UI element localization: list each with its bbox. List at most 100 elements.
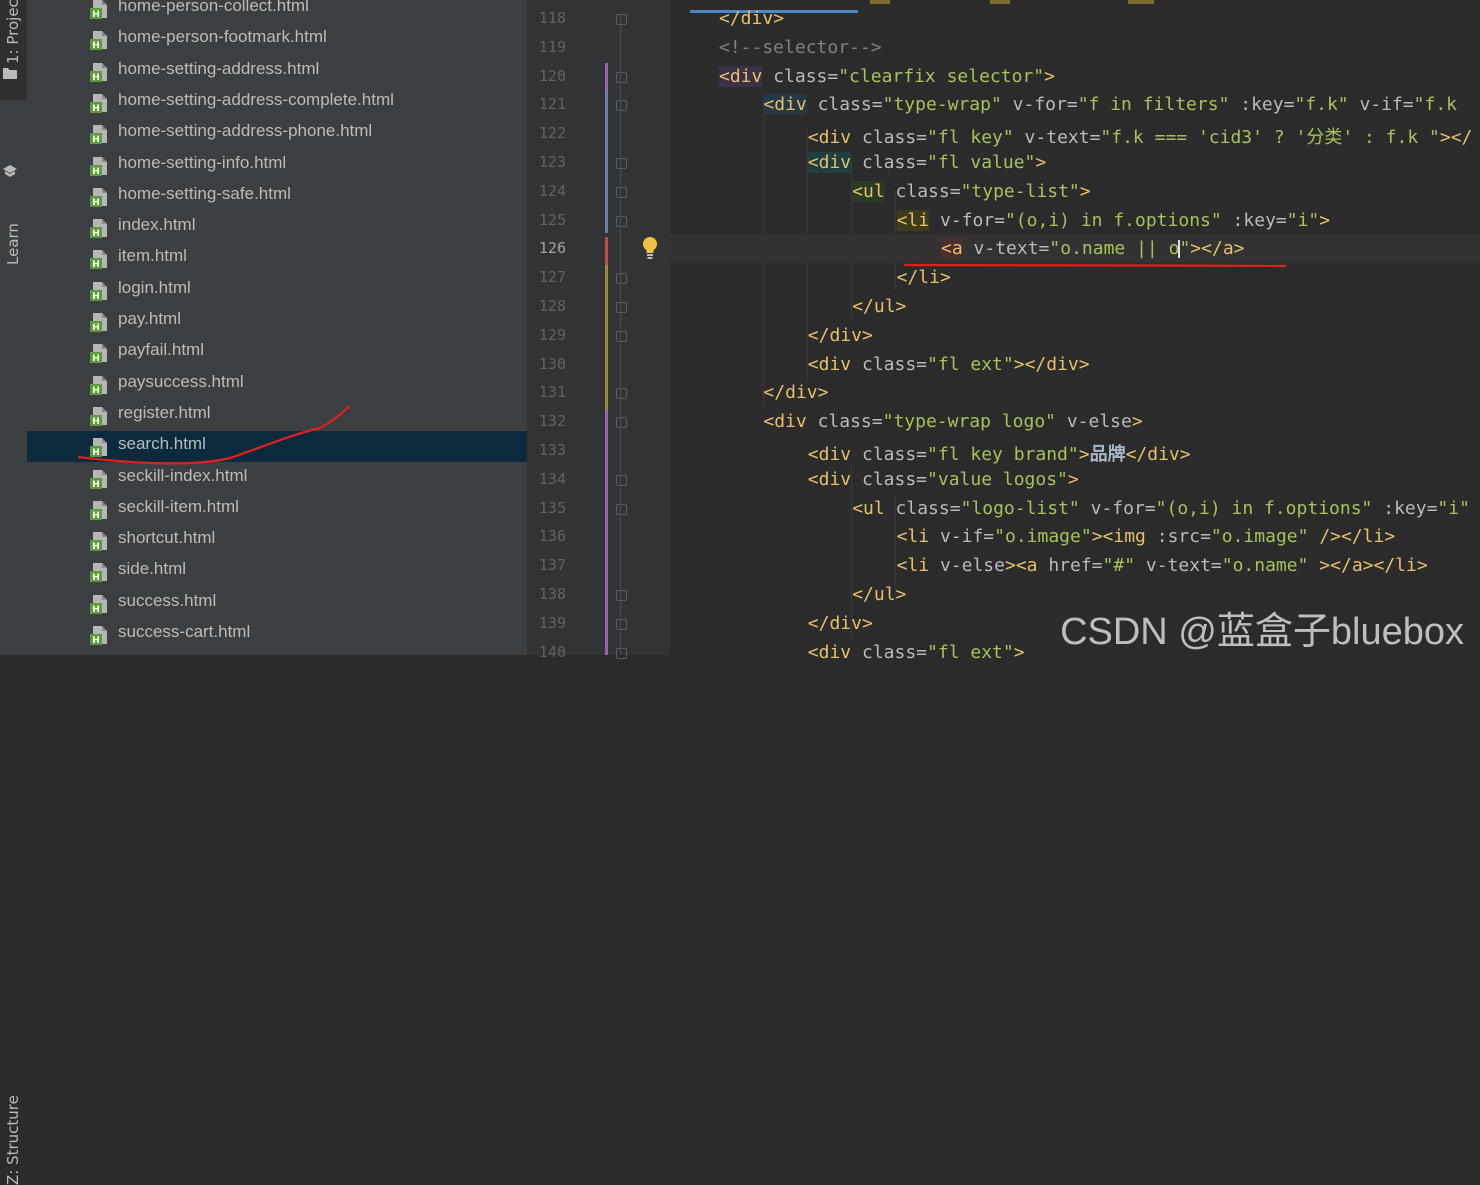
file-item[interactable]: Hindex.html: [27, 212, 527, 243]
change-marker: [605, 92, 608, 232]
line-number: 126: [538, 239, 566, 258]
file-item[interactable]: Hseckill-index.html: [27, 463, 527, 494]
svg-text:H: H: [92, 292, 100, 301]
code-text: <div class="clearfix selector">: [719, 65, 1055, 87]
code-text: <div class="type-wrap logo" v-else>: [763, 411, 1143, 433]
code-editor[interactable]: </div> <!--selector--> <div class="clearfi…: [670, 0, 1480, 663]
html-file-icon: H: [90, 312, 110, 333]
file-name: shortcut.html: [118, 528, 216, 548]
code-line[interactable]: <div class="fl value">: [670, 148, 1480, 177]
code-line[interactable]: <div class="type-wrap logo" v-else>: [670, 407, 1480, 436]
code-text: </ul>: [852, 296, 907, 317]
file-item[interactable]: Hhome-setting-address.html: [27, 56, 527, 87]
code-text: <!--selector-->: [719, 36, 882, 58]
file-name: item.html: [118, 246, 187, 266]
svg-text:H: H: [92, 167, 100, 176]
file-item[interactable]: Hhome-setting-info.html: [27, 150, 527, 181]
fold-marker[interactable]: [616, 647, 627, 659]
code-line[interactable]: </li>: [670, 263, 1480, 292]
code-line[interactable]: <!--selector-->: [670, 33, 1480, 62]
code-line[interactable]: <div class="clearfix selector">: [670, 62, 1480, 91]
html-file-icon: H: [90, 156, 110, 177]
tool-tab-learn-label: Learn: [4, 223, 22, 265]
svg-text:H: H: [92, 386, 100, 395]
line-number: 134: [538, 469, 566, 488]
file-item[interactable]: Hregister.html: [27, 400, 527, 431]
tool-tab-project[interactable]: 1: Project: [0, 0, 27, 100]
code-line[interactable]: <div class="type-wrap" v-for="f in filte…: [670, 90, 1480, 119]
line-number: 136: [538, 527, 566, 546]
file-item[interactable]: Hhome-setting-address-complete.html: [27, 87, 527, 118]
file-name: seckill-item.html: [118, 496, 239, 516]
code-line[interactable]: <div class="fl ext"></div>: [670, 350, 1480, 379]
code-text: <div class="type-wrap" v-for="f in filte…: [763, 94, 1458, 116]
code-line[interactable]: <div class="value logos">: [670, 465, 1480, 494]
file-item[interactable]: Hsuccess.html: [27, 588, 527, 619]
file-item[interactable]: Hseckill-item.html: [27, 494, 527, 525]
fold-marker[interactable]: [616, 71, 627, 83]
file-item[interactable]: Hhome-setting-safe.html: [27, 181, 527, 212]
file-item[interactable]: Hitem.html: [27, 243, 527, 274]
fold-marker[interactable]: [616, 330, 627, 342]
line-number: 138: [538, 585, 566, 603]
file-name: home-setting-safe.html: [118, 183, 291, 203]
file-item[interactable]: Hpaysuccess.html: [27, 369, 527, 400]
svg-text:H: H: [92, 135, 100, 144]
svg-text:H: H: [92, 480, 100, 489]
code-line[interactable]: <li v-if="o.image"><img :src="o.image" /…: [670, 522, 1480, 551]
file-item[interactable]: Hside.html: [27, 556, 527, 587]
tool-tab-learn[interactable]: Learn: [0, 105, 27, 265]
file-item-selected[interactable]: Hsearch.html: [27, 431, 527, 463]
html-file-icon: H: [90, 469, 110, 490]
file-item[interactable]: Hhome-person-footmark.html: [27, 24, 527, 55]
fold-marker[interactable]: [616, 273, 627, 285]
code-line[interactable]: <div class="fl key brand">品牌</div>: [670, 436, 1480, 465]
file-item[interactable]: Hshortcut.html: [27, 525, 527, 556]
code-line[interactable]: </div>: [670, 378, 1480, 407]
svg-text:H: H: [92, 354, 100, 363]
file-item[interactable]: Hpayfail.html: [27, 337, 527, 368]
code-line[interactable]: </ul>: [670, 292, 1480, 321]
file-item[interactable]: Hlogin.html: [27, 275, 527, 306]
code-text: <div class="fl value">: [807, 152, 1047, 173]
code-line[interactable]: <li v-else><a href="#" v-text="o.name" >…: [670, 551, 1480, 580]
fold-marker[interactable]: [616, 474, 627, 486]
fold-marker[interactable]: [616, 158, 627, 169]
fold-marker[interactable]: [616, 417, 627, 429]
file-item[interactable]: Hhome-person-collect.html: [27, 0, 527, 24]
code-text: </ul>: [852, 584, 907, 605]
tool-tab-structure-label: Z: Structure: [4, 1095, 22, 1185]
code-line[interactable]: <li v-for="(o,i) in f.options" :key="i">: [670, 206, 1480, 235]
fold-marker[interactable]: [616, 100, 627, 112]
fold-marker[interactable]: [616, 388, 627, 400]
code-line[interactable]: </div>: [670, 4, 1480, 33]
tool-tab-structure[interactable]: Z: Structure: [0, 530, 27, 1185]
code-line[interactable]: <a v-text="o.name || o"></a>: [670, 234, 1480, 264]
html-file-icon: H: [90, 30, 110, 51]
tool-window-strip: 1: Project Learn Z: Structure: [0, 0, 28, 1185]
html-file-icon: H: [90, 531, 110, 552]
file-name: home-setting-info.html: [118, 152, 287, 172]
code-line[interactable]: <div class="fl key" v-text="f.k === 'cid…: [670, 119, 1480, 148]
fold-marker[interactable]: [616, 215, 627, 227]
fold-marker[interactable]: [616, 302, 627, 313]
fold-marker[interactable]: [616, 186, 627, 198]
code-line[interactable]: </div>: [670, 321, 1480, 350]
file-name: index.html: [118, 215, 196, 235]
fold-marker[interactable]: [616, 618, 627, 630]
file-item[interactable]: Hhome-setting-address-phone.html: [27, 118, 527, 149]
line-number: 132: [538, 412, 566, 431]
fold-marker[interactable]: [616, 590, 627, 601]
code-text: <div class="fl ext"></div>: [807, 353, 1090, 375]
file-item[interactable]: Hsuccess-cart.html: [27, 619, 527, 650]
svg-text:H: H: [92, 636, 100, 645]
code-line[interactable]: <ul class="logo-list" v-for="(o,i) in f.…: [670, 494, 1480, 523]
file-item[interactable]: Hpay.html: [27, 306, 527, 337]
code-line[interactable]: <ul class="type-list">: [670, 177, 1480, 206]
fold-marker[interactable]: [616, 14, 627, 25]
line-number: 130: [538, 354, 566, 373]
line-number: 139: [538, 613, 566, 632]
fold-marker[interactable]: [616, 503, 627, 515]
lightbulb-icon[interactable]: [641, 236, 659, 260]
code-text: </div>: [763, 382, 829, 404]
